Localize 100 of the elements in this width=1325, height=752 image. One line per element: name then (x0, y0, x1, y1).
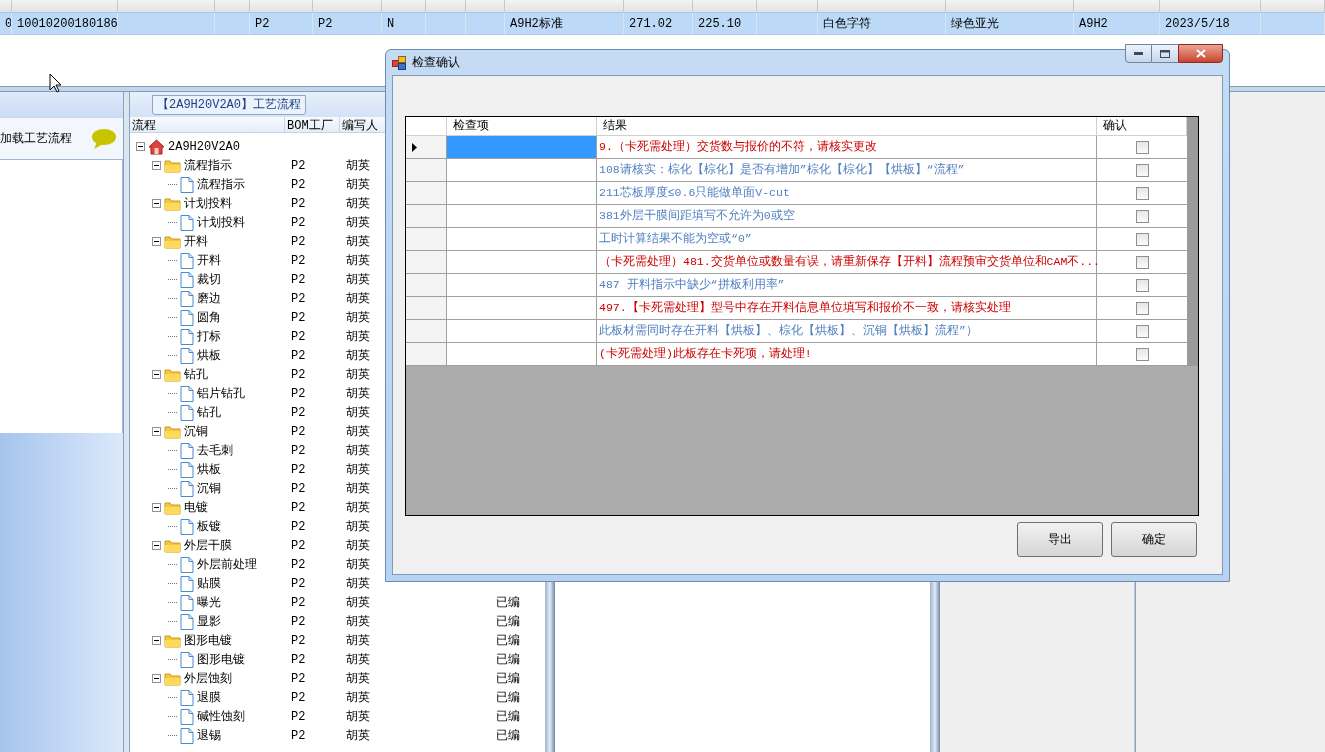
tree-node-label[interactable]: 图形电镀 (197, 650, 245, 669)
row-header[interactable] (406, 136, 447, 158)
speech-bubble-icon[interactable] (91, 127, 117, 150)
collapse-icon[interactable] (152, 237, 161, 246)
tree-node-label[interactable]: 外层蚀刻 (184, 669, 232, 688)
folder-icon (164, 234, 181, 249)
collapse-icon[interactable] (152, 427, 161, 436)
column-header[interactable]: BOM工厂 (287, 119, 333, 133)
author-text: 胡英 (346, 272, 370, 287)
column-header[interactable]: 确认 (1103, 119, 1127, 133)
checkbox[interactable] (1135, 255, 1149, 269)
tree-node-label[interactable]: 钻孔 (184, 365, 208, 384)
tree-node-label[interactable]: 开料 (197, 251, 221, 270)
dialog-button[interactable]: 确定 (1111, 522, 1197, 557)
author-text: 胡英 (346, 595, 370, 610)
tree-node-label[interactable]: 碱性蚀刻 (197, 707, 245, 726)
collapse-icon[interactable] (152, 636, 161, 645)
tree-node-label[interactable]: 贴膜 (197, 574, 221, 593)
scrollbar[interactable] (1187, 117, 1198, 366)
tree-node-label[interactable]: 退锡 (197, 726, 221, 745)
tree-node-label[interactable]: 板镀 (197, 517, 221, 536)
author-text: 胡英 (346, 462, 370, 477)
tree-node-label[interactable]: 铝片钻孔 (197, 384, 245, 403)
folder-icon (164, 196, 181, 211)
result-text: （卡死需处理）481.交货单位或数量有误，请重新保存【开料】流程预审交货单位和CAM不... (599, 254, 1100, 271)
document-icon (180, 689, 194, 706)
column-header[interactable]: 结果 (603, 119, 627, 133)
bom-factory-text: P2 (291, 272, 306, 287)
bom-factory-text: P2 (291, 367, 306, 382)
author-text: 胡英 (346, 728, 370, 743)
tree-node-label[interactable]: 沉铜 (184, 422, 208, 441)
checkbox[interactable] (1135, 232, 1149, 246)
status-text: 已编 (496, 652, 520, 667)
checkbox[interactable] (1135, 186, 1149, 200)
collapse-icon[interactable] (152, 674, 161, 683)
bom-factory-text: P2 (291, 633, 306, 648)
minimize-button[interactable] (1125, 44, 1152, 63)
tree-node-label[interactable]: 计划投料 (184, 194, 232, 213)
tree-node-label[interactable]: 流程指示 (197, 175, 245, 194)
checkbox[interactable] (1135, 140, 1149, 154)
tree-node-label[interactable]: 裁切 (197, 270, 221, 289)
checkbox[interactable] (1135, 209, 1149, 223)
collapse-icon[interactable] (152, 503, 161, 512)
checkbox[interactable] (1135, 278, 1149, 292)
bom-factory-text: P2 (291, 462, 306, 477)
document-icon (180, 271, 194, 288)
author-text: 胡英 (346, 671, 370, 686)
collapse-icon[interactable] (152, 541, 161, 550)
record-row[interactable]: 0 10010200180186 P2 P2 N A9H2标准 271.02 225.10 白色字符 绿色亚光 A9H2 2023/5/18 (0, 12, 1325, 35)
dialog-button[interactable]: 导出 (1017, 522, 1103, 557)
tree-node-label[interactable]: 钻孔 (197, 403, 221, 422)
table-cell-text: P2 (318, 15, 333, 33)
panel-title: 加载工艺流程 (0, 130, 72, 148)
tree-node-label[interactable]: 磨边 (197, 289, 221, 308)
panel-tab-title[interactable]: 【2A9H20V2A0】工艺流程 (152, 94, 306, 115)
tree-node-label[interactable]: 图形电镀 (184, 631, 232, 650)
checkbox[interactable] (1135, 163, 1149, 177)
checkbox[interactable] (1135, 324, 1149, 338)
result-text: 381外层干膜间距填写不允许为0或空 (599, 208, 795, 225)
folder-icon (164, 367, 181, 382)
collapse-icon[interactable] (136, 142, 145, 151)
author-text: 胡英 (346, 500, 370, 515)
splitter-handle[interactable] (123, 92, 130, 752)
author-text: 胡英 (346, 367, 370, 382)
tree-node-label[interactable]: 沉铜 (197, 479, 221, 498)
bom-factory-text: P2 (291, 234, 306, 249)
tree-node-label[interactable]: 显影 (197, 612, 221, 631)
checkbox[interactable] (1135, 301, 1149, 315)
tree-node-label[interactable]: 流程指示 (184, 156, 232, 175)
tree-node-label[interactable]: 曝光 (197, 593, 221, 612)
tree-node-label[interactable]: 开料 (184, 232, 208, 251)
bom-factory-text: P2 (291, 443, 306, 458)
maximize-icon (1160, 49, 1170, 58)
tree-node-label[interactable]: 圆角 (197, 308, 221, 327)
author-text: 胡英 (346, 215, 370, 230)
tree-node-label[interactable]: 去毛刺 (197, 441, 233, 460)
author-text: 胡英 (346, 386, 370, 401)
close-button[interactable] (1178, 44, 1223, 63)
tree-node-label[interactable]: 电镀 (184, 498, 208, 517)
result-text: (卡死需处理)此板存在卡死项，请处理! (599, 346, 812, 363)
maximize-button[interactable] (1152, 44, 1178, 63)
selected-cell[interactable] (447, 136, 596, 158)
tree-node-label[interactable]: 退膜 (197, 688, 221, 707)
tree-node-label[interactable]: 外层干膜 (184, 536, 232, 555)
column-header[interactable]: 检查项 (453, 119, 489, 133)
tree-node-label[interactable]: 烘板 (197, 460, 221, 479)
tree-node-label[interactable]: 2A9H20V2A0 (168, 137, 240, 156)
column-header[interactable]: 流程 (132, 119, 156, 133)
collapse-icon[interactable] (152, 199, 161, 208)
bom-factory-text: P2 (291, 310, 306, 325)
collapse-icon[interactable] (152, 161, 161, 170)
tree-node-label[interactable]: 计划投料 (197, 213, 245, 232)
tree-node-label[interactable]: 外层前处理 (197, 555, 257, 574)
tree-node-label[interactable]: 打标 (197, 327, 221, 346)
checkbox[interactable] (1135, 347, 1149, 361)
tree-node-label[interactable]: 烘板 (197, 346, 221, 365)
collapse-icon[interactable] (152, 370, 161, 379)
document-icon (180, 651, 194, 668)
column-header[interactable]: 编写人 (342, 119, 378, 133)
bom-factory-text: P2 (291, 595, 306, 610)
